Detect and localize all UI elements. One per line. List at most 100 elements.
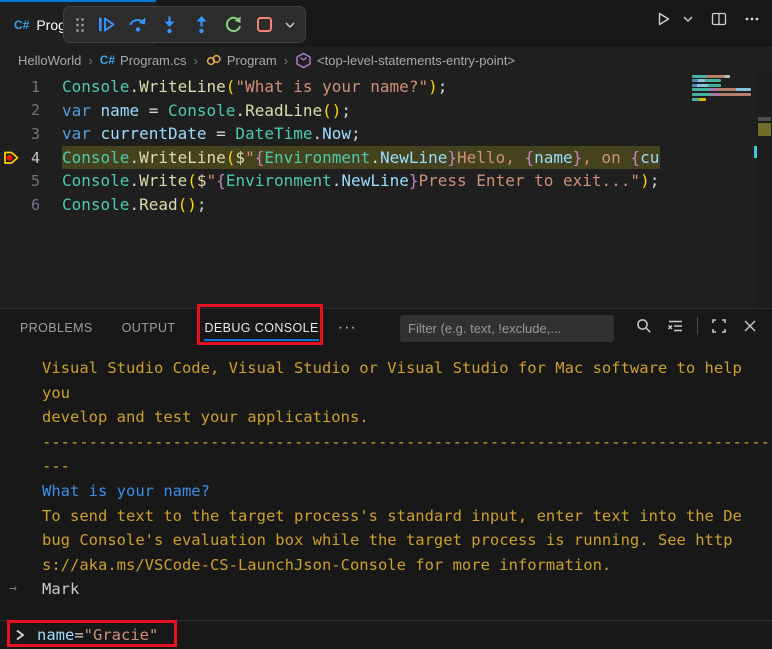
code-token: ; <box>438 77 448 96</box>
stop-dropdown-button[interactable] <box>283 10 298 39</box>
code-token: ( <box>226 148 236 167</box>
step-into-button[interactable] <box>156 10 184 39</box>
code-line-5[interactable]: 5Console.Write($"{Environment.NewLine}Pr… <box>0 169 772 193</box>
breadcrumb-item-program-cs[interactable]: C# Program.cs <box>100 53 187 68</box>
breadcrumb-separator: › <box>284 53 288 68</box>
restart-button[interactable] <box>219 10 247 39</box>
line-number: 3 <box>0 125 62 143</box>
code-token: { <box>524 148 534 167</box>
split-editor-button[interactable] <box>709 9 729 29</box>
breadcrumb-item-helloworld[interactable]: HelloWorld <box>18 53 81 68</box>
editor-actions <box>653 9 762 29</box>
find-button[interactable] <box>634 316 654 336</box>
run-button[interactable] <box>653 9 673 29</box>
code-lines: 1Console.WriteLine("What is your name?")… <box>0 73 772 217</box>
console-text: you <box>42 384 70 402</box>
code-token: . <box>129 148 139 167</box>
continue-button[interactable] <box>92 10 120 39</box>
code-text: Console.WriteLine("What is your name?"); <box>62 75 660 99</box>
panel-actions-separator <box>697 317 698 335</box>
breadcrumb-item-program[interactable]: Program <box>205 52 277 69</box>
code-token: " <box>207 171 217 190</box>
code-token: name <box>534 148 573 167</box>
toolbar-drag-handle[interactable] <box>71 10 88 39</box>
tab-problems[interactable]: PROBLEMS <box>11 309 102 347</box>
code-text: Console.Write($"{Environment.NewLine}Pre… <box>62 169 660 193</box>
chevron-down-icon <box>682 9 694 29</box>
breadcrumb-item-entry-point[interactable]: <top-level-statements-entry-point> <box>295 52 515 69</box>
console-line: develop and test your applications. <box>0 405 772 430</box>
step-out-button[interactable] <box>187 10 215 39</box>
minimap-line <box>692 79 721 82</box>
more-panel-tabs-button[interactable]: ··· <box>338 319 357 337</box>
code-token: ReadLine <box>245 101 322 120</box>
code-line-1[interactable]: 1Console.WriteLine("What is your name?")… <box>0 75 772 99</box>
code-token: $ <box>197 171 207 190</box>
code-token: ; <box>351 124 361 143</box>
code-token: . <box>129 77 139 96</box>
console-text: What is your name? <box>42 482 210 500</box>
code-text: var name = Console.ReadLine(); <box>62 99 660 123</box>
input-echo-arrow-icon: → <box>9 577 17 602</box>
minimap-line <box>692 88 751 91</box>
editor-tab-bar: C# Program.cs <box>0 0 772 47</box>
console-line: →Mark <box>0 577 772 602</box>
step-into-icon <box>159 14 180 35</box>
more-actions-button[interactable] <box>742 9 762 29</box>
code-token: Console <box>62 77 129 96</box>
run-icon <box>653 9 673 29</box>
code-line-4[interactable]: 4Console.WriteLine($"{Environment.NewLin… <box>0 146 772 170</box>
breadcrumb: HelloWorld › C# Program.cs › Program › <… <box>0 47 772 73</box>
line-number: 1 <box>0 78 62 96</box>
maximize-panel-button[interactable] <box>709 316 729 336</box>
code-token: ; <box>197 195 207 214</box>
close-icon <box>740 316 760 336</box>
grip-dots-icon <box>74 16 86 34</box>
tab-output[interactable]: OUTPUT <box>113 309 185 347</box>
console-text: Visual Studio Code, Visual Studio or Vis… <box>42 359 742 377</box>
code-text: Console.WriteLine($"{Environment.NewLine… <box>62 146 660 170</box>
code-token: = <box>74 626 83 644</box>
code-token: . <box>332 171 342 190</box>
code-token: ( <box>226 77 236 96</box>
panel-header: PROBLEMS OUTPUT DEBUG CONSOLE ··· <box>0 309 772 347</box>
minimap[interactable] <box>690 73 757 308</box>
code-token: } <box>409 171 419 190</box>
code-token: Now <box>322 124 351 143</box>
tab-debug-console[interactable]: DEBUG CONSOLE <box>195 309 327 347</box>
code-token: WriteLine <box>139 148 226 167</box>
breadcrumb-separator: › <box>194 53 198 68</box>
code-token: WriteLine <box>139 77 226 96</box>
console-input[interactable]: name="Gracie" <box>37 626 158 644</box>
close-panel-button[interactable] <box>740 316 760 336</box>
step-over-button[interactable] <box>124 10 152 39</box>
filter-input[interactable] <box>400 315 614 342</box>
code-token: . <box>312 124 322 143</box>
ruler-marker-current-line <box>758 123 771 136</box>
stop-button[interactable] <box>251 10 279 39</box>
breakpoint-current-line-glyph[interactable] <box>3 148 20 167</box>
debug-console-output[interactable]: Visual Studio Code, Visual Studio or Vis… <box>0 347 772 621</box>
step-out-icon <box>191 14 212 35</box>
debug-toolbar <box>63 6 306 43</box>
code-token: Console <box>168 101 235 120</box>
run-dropdown-button[interactable] <box>682 9 694 29</box>
overview-ruler[interactable] <box>757 73 772 308</box>
code-token: cu <box>640 148 659 167</box>
code-line-6[interactable]: 6Console.Read(); <box>0 193 772 217</box>
code-token: . <box>370 148 380 167</box>
breadcrumb-label: Program <box>227 53 277 68</box>
console-text: bug Console's evaluation box while the t… <box>42 531 733 549</box>
code-token: . <box>129 195 139 214</box>
line-number: 2 <box>0 101 62 119</box>
debug-console-input-row: name="Gracie" <box>0 620 772 649</box>
chevron-down-icon <box>284 19 296 31</box>
clear-console-button[interactable] <box>665 316 686 336</box>
code-line-3[interactable]: 3var currentDate = DateTime.Now; <box>0 122 772 146</box>
code-token: var <box>62 124 91 143</box>
code-editor[interactable]: 1Console.WriteLine("What is your name?")… <box>0 73 772 308</box>
code-line-2[interactable]: 2var name = Console.ReadLine(); <box>0 99 772 123</box>
code-token: "What is your name?" <box>235 77 428 96</box>
minimap-line <box>692 75 730 78</box>
clear-all-icon <box>665 316 686 336</box>
